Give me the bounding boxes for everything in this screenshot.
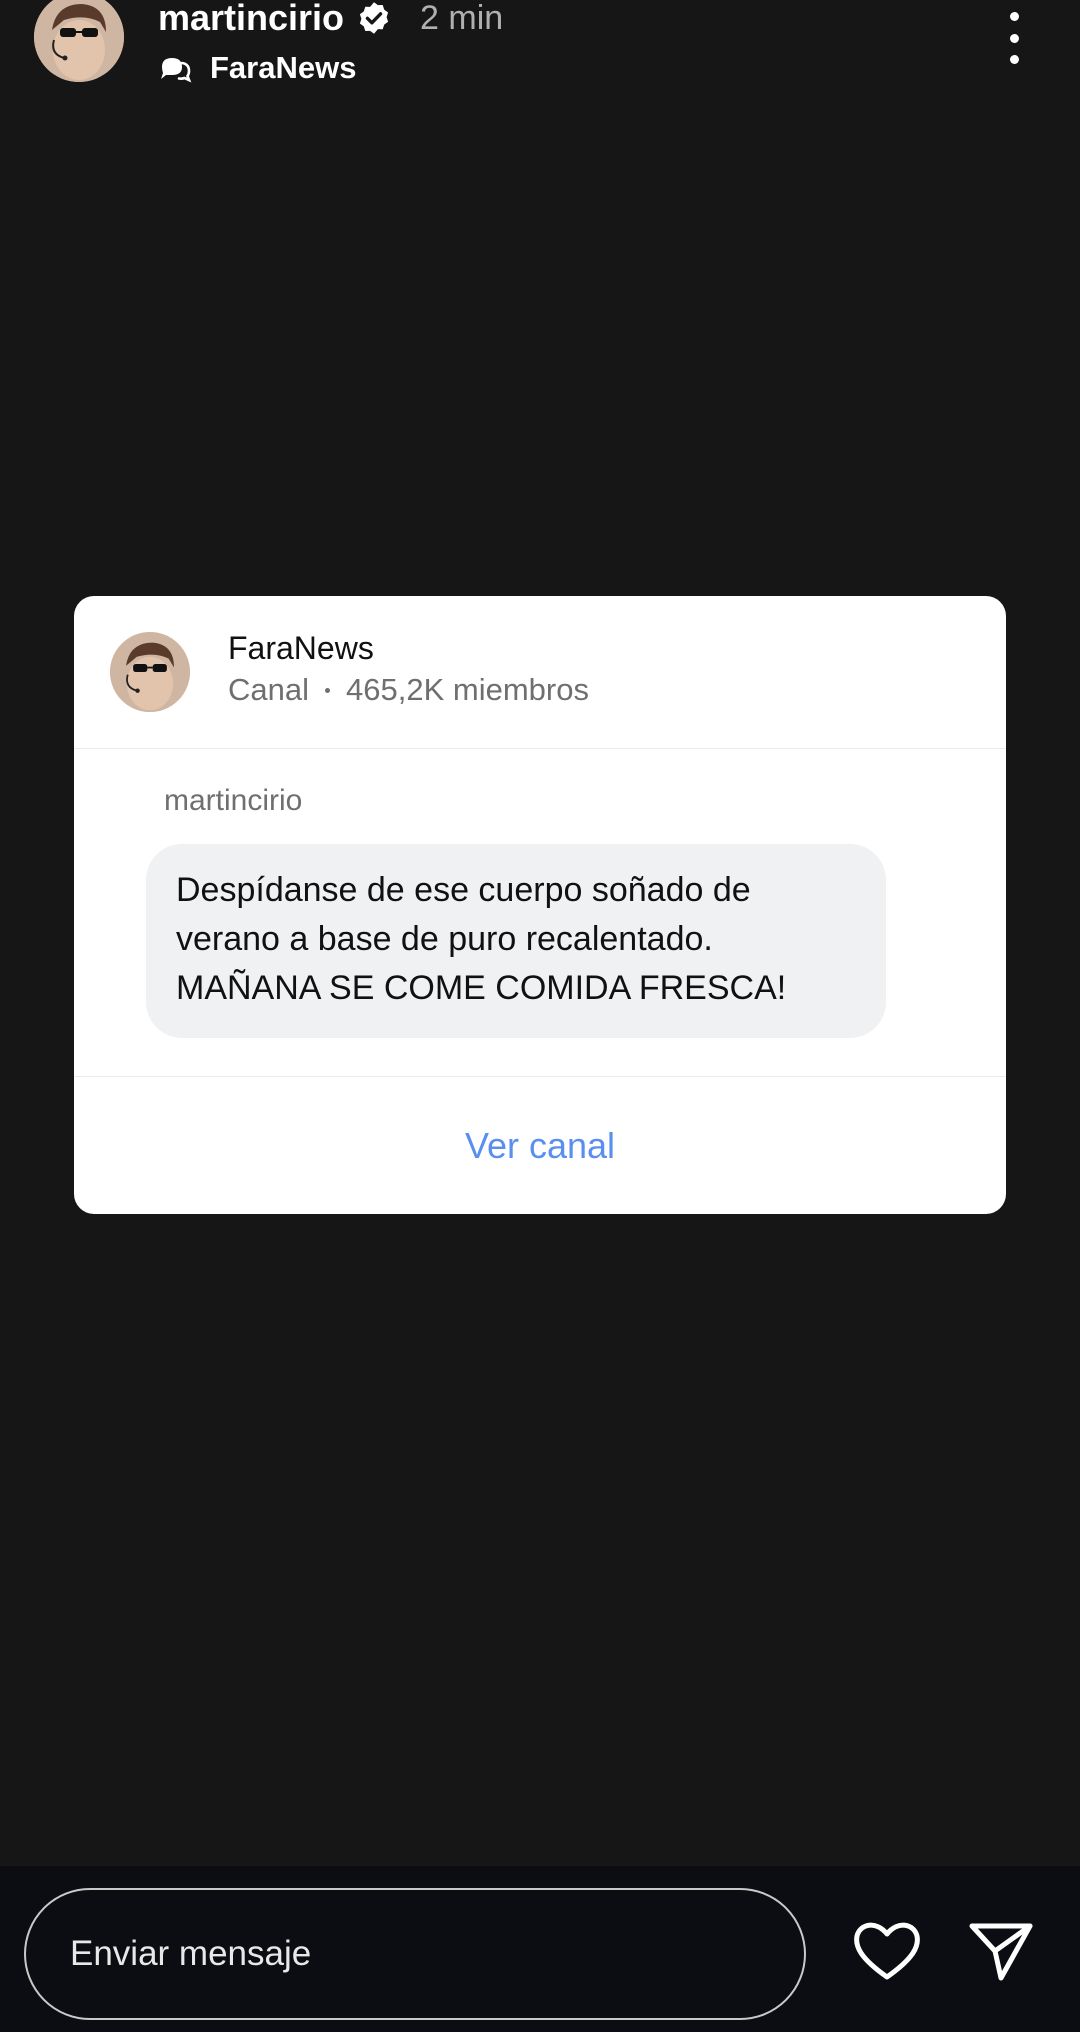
message-bubble: Despídanse de ese cuerpo soñado de veran… bbox=[146, 844, 886, 1038]
channel-row[interactable]: FaraNews bbox=[158, 48, 356, 88]
more-dot bbox=[1009, 55, 1019, 64]
separator-dot bbox=[325, 687, 330, 693]
story-screen: martincirio 2 min FaraNews FaraNews Cana… bbox=[0, 0, 1080, 2032]
reply-bar bbox=[0, 1866, 1080, 2032]
avatar-image bbox=[34, 0, 124, 82]
channel-type: Canal bbox=[228, 672, 309, 707]
username-row: martincirio 2 min bbox=[158, 0, 503, 40]
message-line: Despídanse de ese cuerpo soñado de bbox=[176, 871, 751, 909]
heart-icon[interactable] bbox=[852, 1920, 922, 1982]
message-line: verano a base de puro recalentado. bbox=[176, 920, 713, 958]
channel-subtitle: Canal 465,2K miembros bbox=[228, 672, 589, 708]
message-input[interactable] bbox=[24, 1888, 806, 2020]
verified-badge-icon bbox=[356, 0, 392, 36]
broadcast-channel-icon bbox=[158, 53, 192, 83]
channel-members: 465,2K miembros bbox=[346, 672, 589, 707]
channel-title: FaraNews bbox=[228, 630, 374, 666]
more-dot bbox=[1009, 12, 1019, 21]
channel-avatar-image bbox=[110, 632, 190, 712]
channel-avatar bbox=[110, 632, 190, 712]
view-channel-button[interactable]: Ver canal bbox=[74, 1077, 1006, 1214]
card-header: FaraNews Canal 465,2K miembros bbox=[74, 596, 1006, 749]
message-line: MAÑANA SE COME COMIDA FRESCA! bbox=[176, 969, 787, 1007]
channel-name: FaraNews bbox=[210, 50, 357, 85]
story-time: 2 min bbox=[420, 0, 504, 37]
username[interactable]: martincirio bbox=[158, 0, 344, 39]
send-icon[interactable] bbox=[968, 1920, 1034, 1982]
story-header: martincirio 2 min FaraNews bbox=[0, 0, 1080, 100]
profile-avatar[interactable] bbox=[34, 0, 124, 82]
channel-share-card[interactable]: FaraNews Canal 465,2K miembros martincir… bbox=[74, 596, 1006, 1214]
message-sender: martincirio bbox=[164, 784, 303, 817]
more-options-icon[interactable] bbox=[996, 12, 1032, 64]
more-dot bbox=[1009, 33, 1019, 43]
